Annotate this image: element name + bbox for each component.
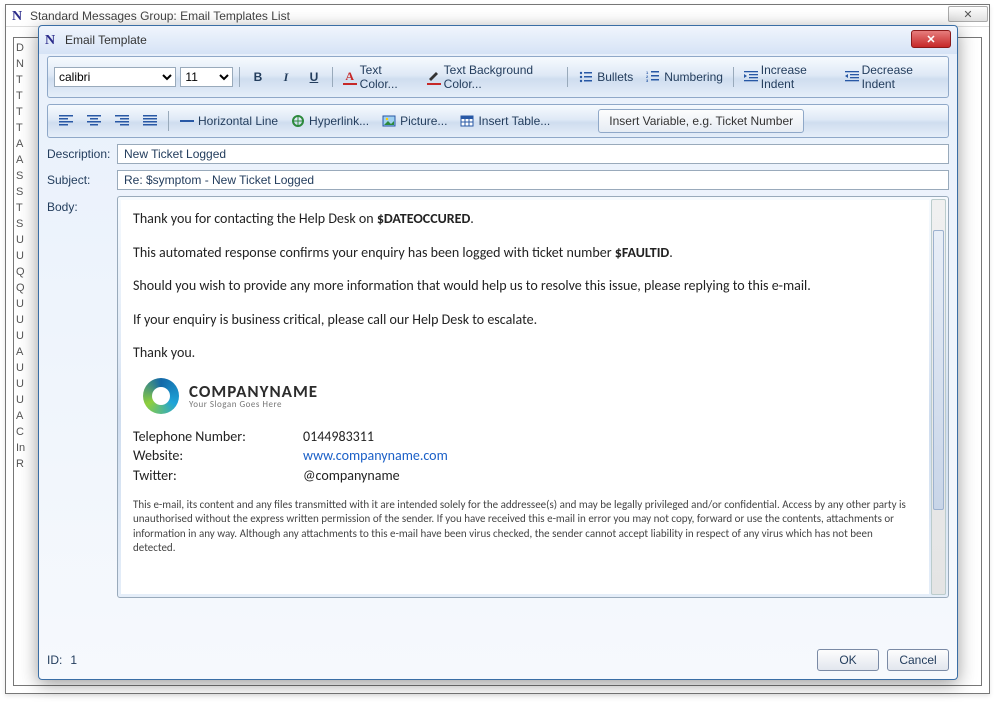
background-list: DNTTTTAASSTSUUQQUUUAUUUACInR (16, 40, 26, 472)
numbering-button[interactable]: 123 Numbering (641, 67, 727, 87)
body-editor[interactable]: Thank you for contacting the Help Desk o… (121, 200, 929, 594)
subject-input[interactable] (117, 170, 949, 190)
company-name: COMPANYNAME (189, 383, 318, 400)
align-right-icon (114, 113, 130, 129)
website-link[interactable]: www.companyname.com (303, 447, 448, 464)
align-justify-icon (142, 113, 158, 129)
app-icon: N (12, 9, 26, 23)
bold-button[interactable]: B (246, 67, 270, 87)
company-logo: COMPANYNAME Your Slogan Goes Here (143, 378, 917, 414)
horizontal-line-button[interactable]: Horizontal Line (175, 111, 282, 131)
dialog-bottom-bar: ID: 1 OK Cancel (47, 641, 949, 671)
twitter-value: @companyname (303, 467, 917, 485)
format-toolbar: calibri 11 B I U A Text Color... Text Ba… (47, 56, 949, 98)
telephone-value: 0144983311 (303, 428, 917, 446)
indent-decrease-icon (845, 69, 859, 85)
numbering-icon: 123 (645, 69, 661, 85)
align-center-button[interactable] (82, 111, 106, 131)
bullets-button[interactable]: Bullets (574, 67, 637, 87)
parent-titlebar: N Standard Messages Group: Email Templat… (6, 5, 989, 27)
dialog-close-button[interactable]: ✕ (911, 30, 951, 48)
website-label: Website: (133, 447, 303, 465)
parent-title: Standard Messages Group: Email Templates… (30, 9, 290, 23)
font-family-select[interactable]: calibri (54, 67, 176, 87)
insert-table-button[interactable]: Insert Table... (455, 111, 554, 131)
id-value: 1 (70, 653, 77, 667)
bg-color-button[interactable]: Text Background Color... (423, 61, 562, 93)
id-label: ID: (47, 653, 62, 667)
ok-button[interactable]: OK (817, 649, 879, 671)
body-editor-frame: Thank you for contacting the Help Desk o… (117, 196, 949, 598)
dialog-title: Email Template (65, 33, 147, 47)
close-icon: ✕ (926, 33, 935, 46)
highlighter-icon (427, 69, 441, 85)
decrease-indent-button[interactable]: Decrease Indent (841, 61, 942, 93)
svg-text:3: 3 (646, 78, 649, 83)
email-disclaimer: This e-mail, its content and any files t… (133, 498, 917, 555)
align-center-icon (86, 113, 102, 129)
swirl-icon (143, 378, 179, 414)
description-label: Description: (47, 147, 109, 161)
picture-icon (381, 113, 397, 129)
underline-button[interactable]: U (302, 67, 326, 87)
picture-button[interactable]: Picture... (377, 111, 451, 131)
horizontal-line-icon (179, 113, 195, 129)
indent-increase-icon (744, 69, 758, 85)
hyperlink-icon (290, 113, 306, 129)
font-size-select[interactable]: 11 (180, 67, 233, 87)
hyperlink-button[interactable]: Hyperlink... (286, 111, 373, 131)
insert-toolbar: Horizontal Line Hyperlink... Picture... … (47, 104, 949, 138)
text-color-icon: A (343, 69, 357, 85)
parent-close-button[interactable]: ✕ (948, 6, 988, 22)
subject-label: Subject: (47, 173, 109, 187)
text-color-button[interactable]: A Text Color... (339, 61, 419, 93)
cancel-button[interactable]: Cancel (887, 649, 949, 671)
telephone-label: Telephone Number: (133, 428, 303, 446)
email-template-dialog: N Email Template ✕ calibri 11 B I U A Te… (38, 25, 958, 680)
italic-button[interactable]: I (274, 67, 298, 87)
insert-variable-button[interactable]: Insert Variable, e.g. Ticket Number (598, 109, 804, 133)
table-icon (459, 113, 475, 129)
align-left-icon (58, 113, 74, 129)
body-scrollbar[interactable] (931, 199, 946, 595)
body-label: Body: (47, 200, 109, 214)
twitter-label: Twitter: (133, 467, 303, 485)
align-justify-button[interactable] (138, 111, 162, 131)
scrollbar-thumb[interactable] (933, 230, 944, 510)
align-left-button[interactable] (54, 111, 78, 131)
dialog-titlebar[interactable]: N Email Template (39, 26, 957, 54)
increase-indent-button[interactable]: Increase Indent (740, 61, 837, 93)
align-right-button[interactable] (110, 111, 134, 131)
app-icon: N (45, 33, 59, 47)
description-input[interactable] (117, 144, 949, 164)
bullets-icon (578, 69, 594, 85)
close-icon: ✕ (963, 8, 972, 21)
